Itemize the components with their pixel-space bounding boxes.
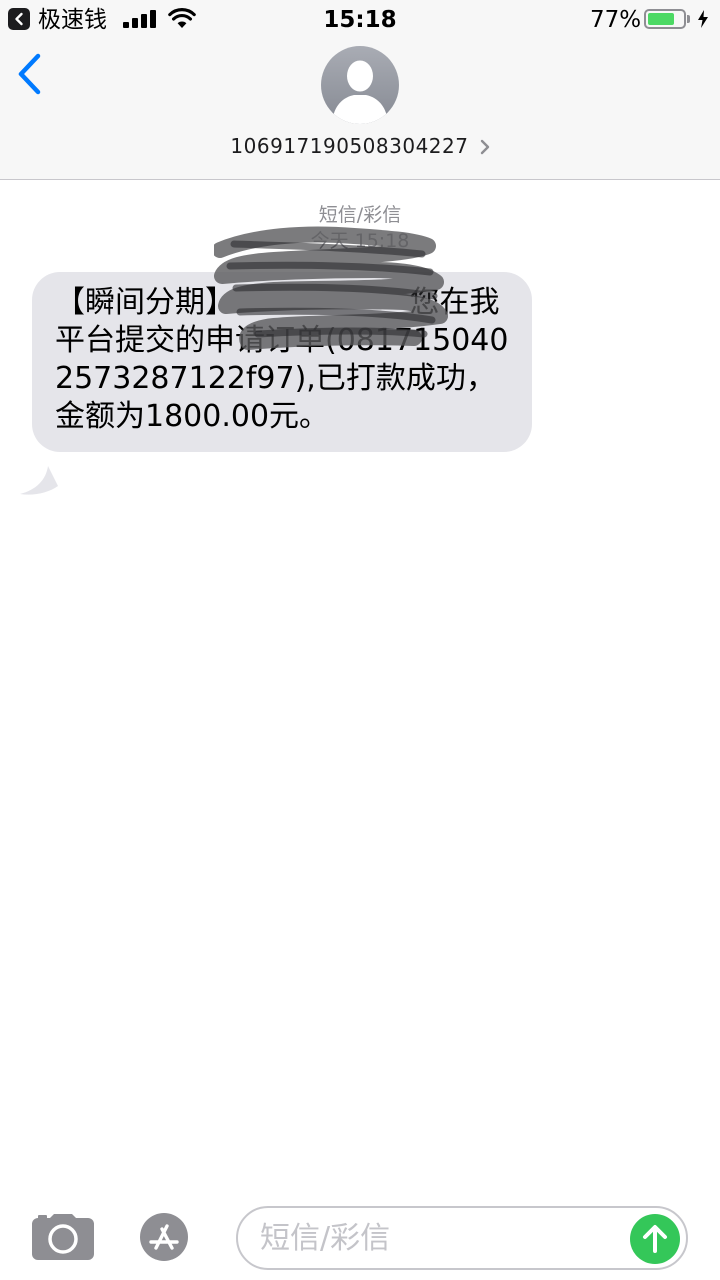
message-text: 【瞬间分期】 您在我平台提交的申请订单(081715040257328712​2… <box>55 285 509 434</box>
camera-icon <box>32 1214 94 1260</box>
chevron-right-icon <box>480 139 489 155</box>
send-button[interactable] <box>630 1214 680 1264</box>
message-input-bar <box>0 1196 720 1280</box>
conversation-header: 106917190508304227 <box>0 40 720 180</box>
message-input[interactable] <box>260 1216 620 1260</box>
charging-icon <box>698 10 708 28</box>
message-timestamp: 今天 15:18 <box>310 230 410 252</box>
contact-details-link[interactable]: 106917190508304227 <box>0 132 720 160</box>
incoming-message-bubble[interactable]: 【瞬间分期】 您在我平台提交的申请订单(081715040257328712​2… <box>32 272 532 452</box>
contact-number: 106917190508304227 <box>230 134 469 158</box>
bubble-tail <box>20 466 58 495</box>
arrow-up-icon <box>643 1225 667 1253</box>
app-store-button[interactable] <box>134 1212 202 1262</box>
message-type-label: 短信/彩信 <box>318 204 402 226</box>
app-store-icon <box>140 1213 188 1261</box>
battery-icon <box>644 9 686 29</box>
message-field[interactable] <box>236 1206 688 1270</box>
thread-meta: 短信/彩信 今天 15:18 <box>0 202 720 254</box>
back-button[interactable] <box>14 52 58 102</box>
camera-button[interactable] <box>32 1214 94 1260</box>
battery-level-fill <box>648 13 674 25</box>
contact-avatar[interactable] <box>321 46 399 124</box>
chevron-left-icon <box>18 53 41 95</box>
battery-cap <box>687 15 690 23</box>
battery-percentage: 77% <box>590 7 642 33</box>
person-silhouette-icon <box>332 60 388 124</box>
status-bar: 极速钱 15:18 77% <box>0 0 720 40</box>
